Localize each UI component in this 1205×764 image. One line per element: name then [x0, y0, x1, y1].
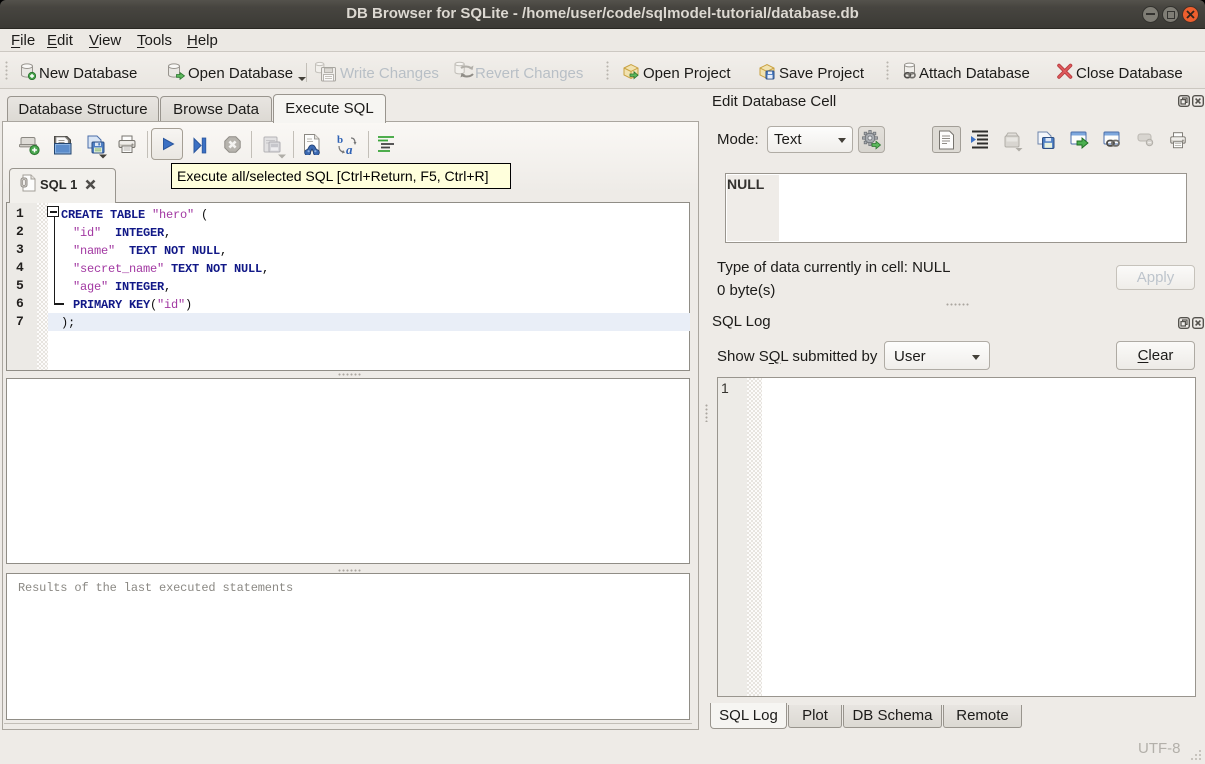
svg-text:a: a [346, 142, 353, 157]
svg-text:b: b [337, 134, 343, 146]
